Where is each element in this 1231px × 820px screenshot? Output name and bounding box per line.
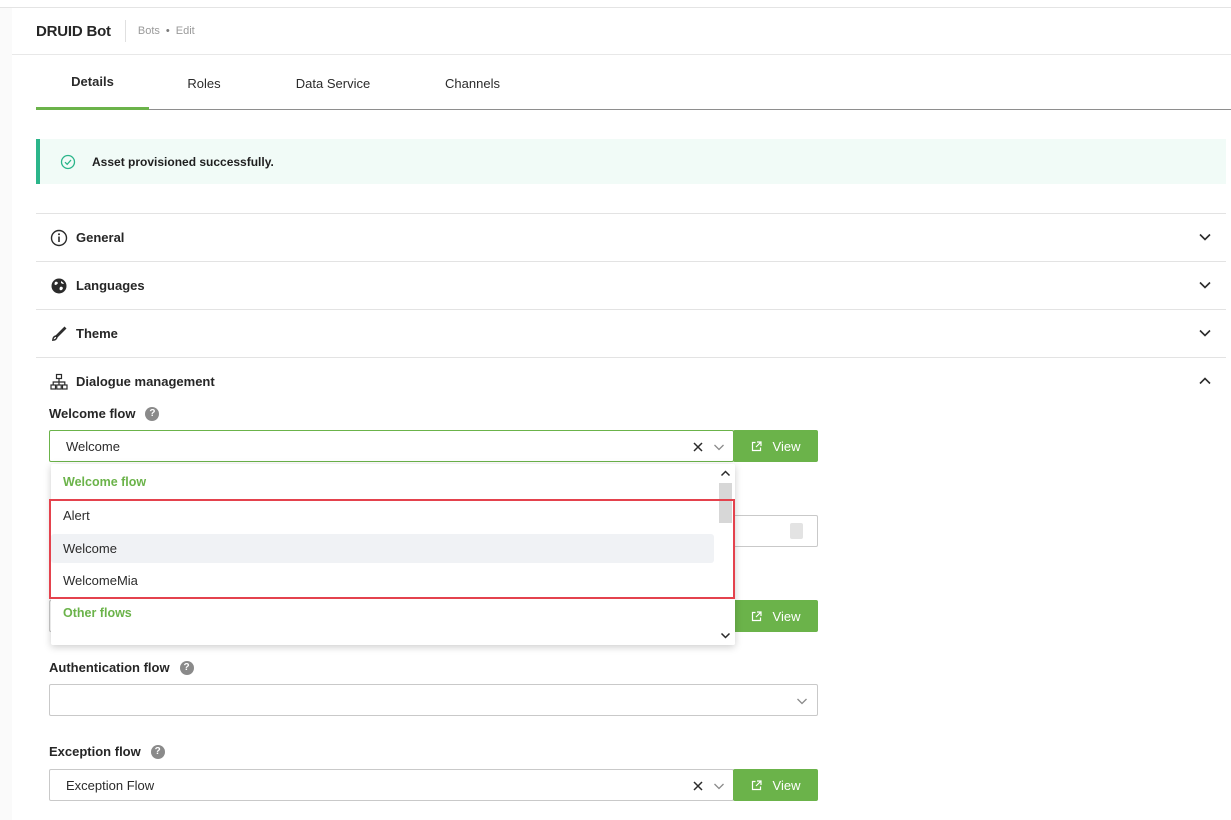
section-languages[interactable]: Languages [36, 261, 1226, 309]
chevron-up-icon[interactable] [1198, 374, 1212, 388]
welcome-flow-select[interactable]: Welcome [49, 430, 734, 462]
breadcrumb-item-bots[interactable]: Bots [138, 25, 160, 37]
welcome-flow-label: Welcome flow ? [49, 406, 160, 421]
authentication-flow-label-text: Authentication flow [49, 660, 170, 675]
chevron-down-icon[interactable] [796, 695, 808, 707]
tab-data-service[interactable]: Data Service [276, 56, 390, 110]
external-link-icon [751, 610, 762, 621]
tab-roles[interactable]: Roles [166, 56, 242, 110]
clear-icon[interactable] [692, 780, 704, 792]
section-theme[interactable]: Theme [36, 309, 1226, 357]
exception-flow-label-text: Exception flow [49, 744, 141, 759]
section-general-label: General [76, 230, 125, 245]
welcome-flow-value: Welcome [66, 438, 120, 454]
chevron-down-icon[interactable] [1198, 326, 1212, 340]
section-theme-label: Theme [76, 326, 118, 341]
exception-flow-value: Exception Flow [66, 777, 155, 793]
clear-icon[interactable] [692, 441, 704, 453]
chevron-down-icon[interactable] [1198, 230, 1212, 244]
help-icon[interactable]: ? [150, 744, 165, 759]
scroll-up-icon[interactable] [720, 468, 731, 479]
exception-flow-label: Exception flow ? [49, 744, 165, 759]
chevron-down-icon[interactable] [713, 780, 725, 792]
breadcrumb: Bots • Edit [138, 25, 195, 37]
view-button-label: View [772, 608, 801, 624]
view-button-label: View [772, 777, 801, 793]
dropdown-group-welcome-flow: Welcome flow [63, 475, 147, 489]
stepper-icon[interactable] [790, 523, 803, 539]
breadcrumb-separator: • [165, 25, 170, 37]
left-strip [0, 8, 12, 820]
page-header: DRUID Bot Bots • Edit [36, 20, 195, 42]
check-circle-icon [60, 154, 76, 169]
alert-message: Asset provisioned successfully. [92, 154, 274, 169]
tab-channels[interactable]: Channels [426, 56, 519, 110]
info-icon [50, 229, 68, 247]
exception-flow-select[interactable]: Exception Flow [49, 769, 734, 801]
external-link-icon [751, 779, 762, 790]
exception-flow-view-button[interactable]: View [733, 769, 818, 801]
authentication-flow-label: Authentication flow ? [49, 660, 194, 675]
number-input[interactable] [733, 515, 818, 547]
highlight-annotation [49, 499, 735, 599]
page-title: DRUID Bot [36, 22, 111, 40]
second-flow-view-button[interactable]: View [733, 600, 818, 632]
globe-icon [50, 277, 68, 295]
tab-bar: Details Roles Data Service Channels [36, 56, 1231, 110]
success-alert: Asset provisioned successfully. [36, 139, 1226, 184]
section-general[interactable]: General [36, 213, 1226, 261]
view-button-label: View [772, 438, 801, 454]
scroll-down-icon[interactable] [720, 630, 731, 641]
chevron-down-icon[interactable] [1198, 278, 1212, 292]
chevron-down-icon[interactable] [713, 441, 725, 453]
dropdown-group-other-flows: Other flows [63, 606, 132, 620]
tab-details[interactable]: Details [36, 56, 149, 110]
breadcrumb-item-edit: Edit [175, 25, 195, 37]
section-dialogue-management-label: Dialogue management [76, 374, 215, 389]
external-link-icon [751, 440, 762, 451]
header-separator [124, 20, 126, 42]
sitemap-icon [50, 373, 68, 391]
welcome-flow-label-text: Welcome flow [49, 406, 136, 421]
authentication-flow-select[interactable] [49, 684, 818, 716]
help-icon[interactable]: ? [145, 406, 160, 421]
section-dialogue-management[interactable]: Dialogue management [36, 357, 1226, 405]
section-languages-label: Languages [76, 278, 145, 293]
top-rule [0, 0, 1231, 8]
brush-icon [50, 325, 68, 343]
help-icon[interactable]: ? [179, 660, 194, 675]
header-divider [12, 54, 1231, 55]
welcome-flow-view-button[interactable]: View [733, 430, 818, 462]
